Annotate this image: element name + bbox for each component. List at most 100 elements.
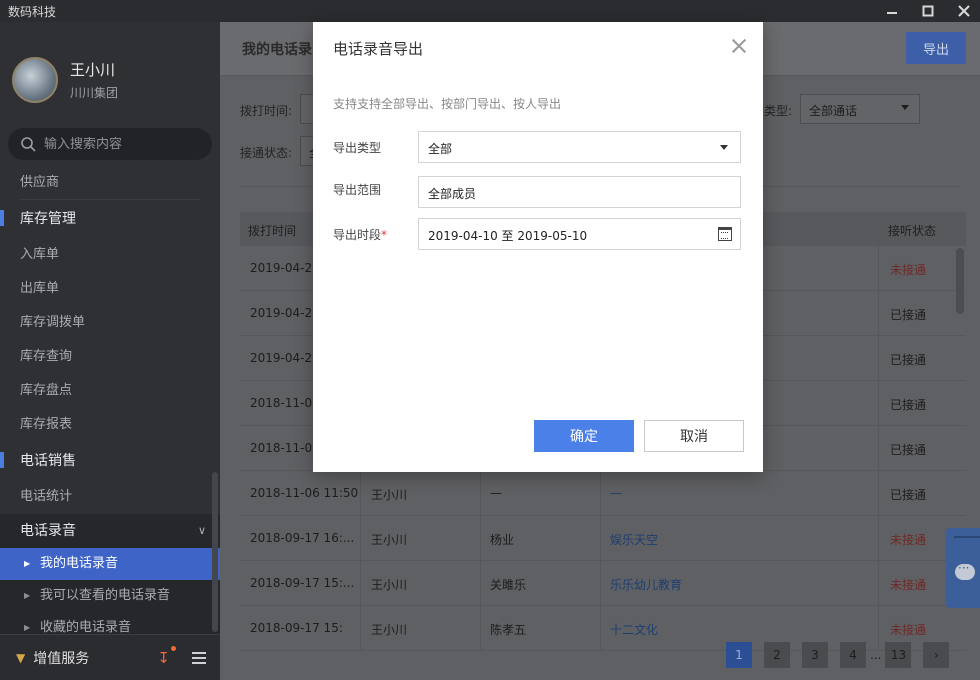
column-divider	[600, 471, 601, 515]
export-range-label: 导出范围	[333, 183, 382, 197]
cell-company: —	[610, 486, 622, 500]
cell-status: 未接通	[890, 263, 927, 277]
table-row[interactable]: 2018-11-06 11:50 王小川 — — 已接通	[240, 471, 966, 516]
sidebar-footer: ▼ 增值服务 ↧	[0, 634, 220, 680]
column-divider	[878, 471, 879, 515]
cell-user: 王小川	[371, 533, 408, 547]
sidebar-item-stock-query[interactable]: 库存查询	[0, 340, 220, 374]
column-divider	[480, 471, 481, 515]
sidebar-item-phone-recordings[interactable]: 电话录音 ∨	[0, 514, 220, 548]
search-input[interactable]	[44, 136, 194, 152]
sidebar-item-stock-count[interactable]: 库存盘点	[0, 374, 220, 408]
column-divider	[878, 516, 879, 560]
cell-dial-time: 2018-11-06	[250, 396, 320, 410]
caret-right-icon: ▶	[24, 559, 31, 568]
page-button-last[interactable]: 13	[885, 642, 912, 668]
dial-time-field[interactable]	[300, 94, 314, 124]
cell-status: 未接通	[890, 623, 927, 637]
column-divider	[600, 516, 601, 560]
export-type-label: 导出类型	[333, 141, 382, 155]
cell-status: 已接通	[890, 488, 927, 502]
cell-dial-time: 2018-09-17 15:	[250, 621, 343, 635]
search-box	[8, 128, 212, 160]
diamond-icon: ▼	[16, 650, 26, 665]
maximize-icon[interactable]	[920, 3, 936, 19]
chat-float-widget[interactable]	[946, 528, 980, 608]
cell-status: 已接通	[890, 353, 927, 367]
table-row[interactable]: 2018-09-17 15:... 王小川 关雎乐 乐乐幼儿教育 未接通	[240, 561, 966, 606]
dialog-hint: 支持支持全部导出、按部门导出、按人导出	[333, 97, 562, 111]
cell-user: 王小川	[371, 578, 408, 592]
call-type-select[interactable]: 全部通话	[800, 94, 920, 124]
export-period-label: 导出时段*	[333, 226, 387, 243]
column-divider	[878, 336, 879, 380]
export-period-field[interactable]: 2019-04-10 至 2019-05-10	[418, 218, 741, 250]
export-type-value: 全部	[428, 142, 453, 156]
sidebar-item-viewable-recordings[interactable]: ▶ 我可以查看的电话录音	[0, 580, 220, 612]
sidebar-item-transfer[interactable]: 库存调拨单	[0, 306, 220, 340]
column-header-dial-time[interactable]: 拨打时间	[248, 222, 296, 239]
page-button-4[interactable]: 4	[840, 642, 866, 668]
download-icon[interactable]: ↧	[157, 646, 176, 667]
sidebar-group-inventory[interactable]: 库存管理	[0, 200, 220, 238]
sidebar-scrollbar[interactable]	[212, 472, 218, 632]
avatar[interactable]	[12, 57, 58, 103]
cancel-button[interactable]: 取消	[644, 420, 744, 452]
export-range-field[interactable]: 全部成员	[418, 176, 741, 208]
column-header-status[interactable]: 接听状态	[888, 222, 936, 239]
sidebar: 王小川 川川集团 供应商 库存管理 入库单 出库单 库存调拨单 库存查询 库存盘…	[0, 22, 220, 680]
sidebar-item-stock-report[interactable]: 库存报表	[0, 408, 220, 442]
close-window-icon[interactable]	[956, 3, 972, 19]
column-divider	[878, 381, 879, 425]
page-button-2[interactable]: 2	[764, 642, 790, 668]
sidebar-item-inbound[interactable]: 入库单	[0, 238, 220, 272]
connect-status-select[interactable]: 全	[300, 136, 321, 166]
column-divider	[878, 212, 879, 246]
export-type-select[interactable]: 全部	[418, 131, 741, 163]
column-divider	[360, 516, 361, 560]
export-dialog: 电话录音导出 支持支持全部导出、按部门导出、按人导出 导出类型 全部 导出范围 …	[313, 22, 763, 472]
column-divider	[480, 516, 481, 560]
value-added-services-link[interactable]: 增值服务	[33, 648, 89, 668]
cell-user: 王小川	[371, 623, 408, 637]
sidebar-item-label: 电话录音	[20, 523, 76, 539]
chevron-down-icon	[720, 145, 728, 150]
table-scrollbar[interactable]	[956, 248, 964, 314]
export-period-label-text: 导出时段	[333, 228, 382, 242]
page-button-3[interactable]: 3	[802, 642, 828, 668]
app-title: 数码科技	[8, 4, 57, 19]
cell-company[interactable]: 乐乐幼儿教育	[610, 576, 682, 593]
search-icon	[21, 137, 36, 152]
close-icon[interactable]	[731, 38, 747, 54]
sidebar-menu: 供应商 库存管理 入库单 出库单 库存调拨单 库存查询 库存盘点 库存报表 电话…	[0, 166, 220, 644]
cell-contact: —	[490, 486, 502, 500]
minimize-icon[interactable]	[884, 3, 900, 19]
export-button[interactable]: 导出	[906, 32, 966, 64]
table-row[interactable]: 2018-09-17 16:... 王小川 杨业 娱乐天空 未接通	[240, 516, 966, 561]
sidebar-item-my-recordings[interactable]: ▶ 我的电话录音	[0, 548, 220, 580]
sidebar-item-phone-stats[interactable]: 电话统计	[0, 480, 220, 514]
column-divider	[878, 291, 879, 335]
column-divider	[360, 606, 361, 650]
user-profile[interactable]: 王小川 川川集团	[0, 22, 220, 138]
cell-company[interactable]: 十二文化	[610, 621, 658, 638]
sidebar-item-label: 收藏的电话录音	[40, 620, 132, 635]
sidebar-item-label: 我的电话录音	[40, 556, 119, 571]
confirm-button[interactable]: 确定	[534, 420, 634, 452]
sidebar-group-phone-sales[interactable]: 电话销售	[0, 442, 220, 480]
chevron-down-icon: ∨	[197, 524, 206, 537]
export-range-value: 全部成员	[428, 187, 477, 201]
hamburger-menu-icon[interactable]	[192, 652, 206, 664]
cell-dial-time: 2019-04-2	[250, 306, 313, 320]
cell-status: 未接通	[890, 578, 927, 592]
page-button-1[interactable]: 1	[726, 642, 752, 668]
column-divider	[480, 561, 481, 605]
calendar-icon[interactable]	[718, 227, 732, 241]
sidebar-item-supplier[interactable]: 供应商	[0, 166, 220, 200]
chevron-down-icon	[901, 105, 909, 110]
sidebar-item-outbound[interactable]: 出库单	[0, 272, 220, 306]
column-divider	[600, 606, 601, 650]
cell-company[interactable]: 娱乐天空	[610, 531, 658, 548]
next-page-button[interactable]: ›	[923, 642, 950, 668]
pagination: 1 2 3 4 ... 13 ›	[726, 642, 950, 668]
